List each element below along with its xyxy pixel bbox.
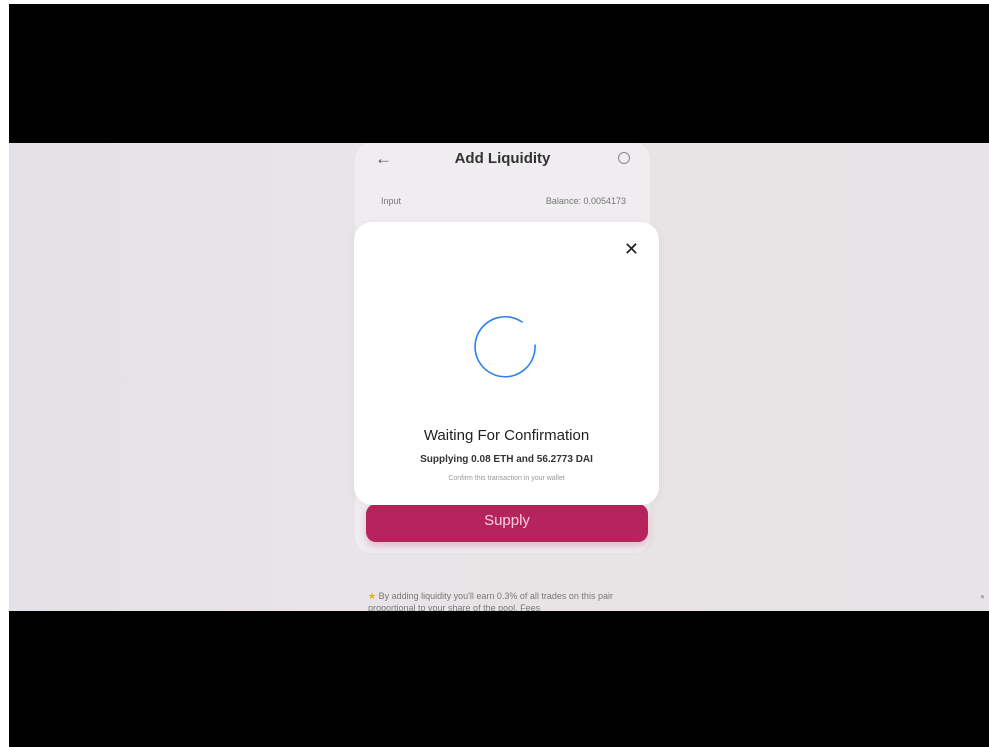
input-label: Input xyxy=(381,196,402,206)
info-note-text: By adding liquidity you'll earn 0.3% of … xyxy=(368,591,613,611)
star-icon: ★ xyxy=(368,591,377,601)
page-title: Add Liquidity xyxy=(454,150,551,167)
video-frame: ← Add Liquidity Input Balance: 0.0054173… xyxy=(9,4,989,747)
waiting-title: Waiting For Confirmation xyxy=(423,427,590,444)
close-icon[interactable]: ✕ xyxy=(624,240,639,258)
supplying-detail: Supplying 0.08 ETH and 56.2773 DAI xyxy=(420,454,593,465)
supply-button[interactable]: Supply xyxy=(366,504,648,542)
question-circle-icon[interactable] xyxy=(618,152,630,164)
confirm-hint: Confirm this transaction in your wallet xyxy=(448,475,565,482)
corner-watermark: ● xyxy=(980,592,985,601)
liquidity-info-note: ★ By adding liquidity you'll earn 0.3% o… xyxy=(368,590,648,611)
card-header: ← Add Liquidity xyxy=(355,143,650,179)
balance-text: Balance: 0.0054173 xyxy=(545,196,626,206)
loading-spinner-icon xyxy=(474,315,536,378)
app-screenshot-area: ← Add Liquidity Input Balance: 0.0054173… xyxy=(9,143,989,611)
confirmation-modal: ✕ Waiting For Confirmation Supplying 0.0… xyxy=(354,222,659,505)
